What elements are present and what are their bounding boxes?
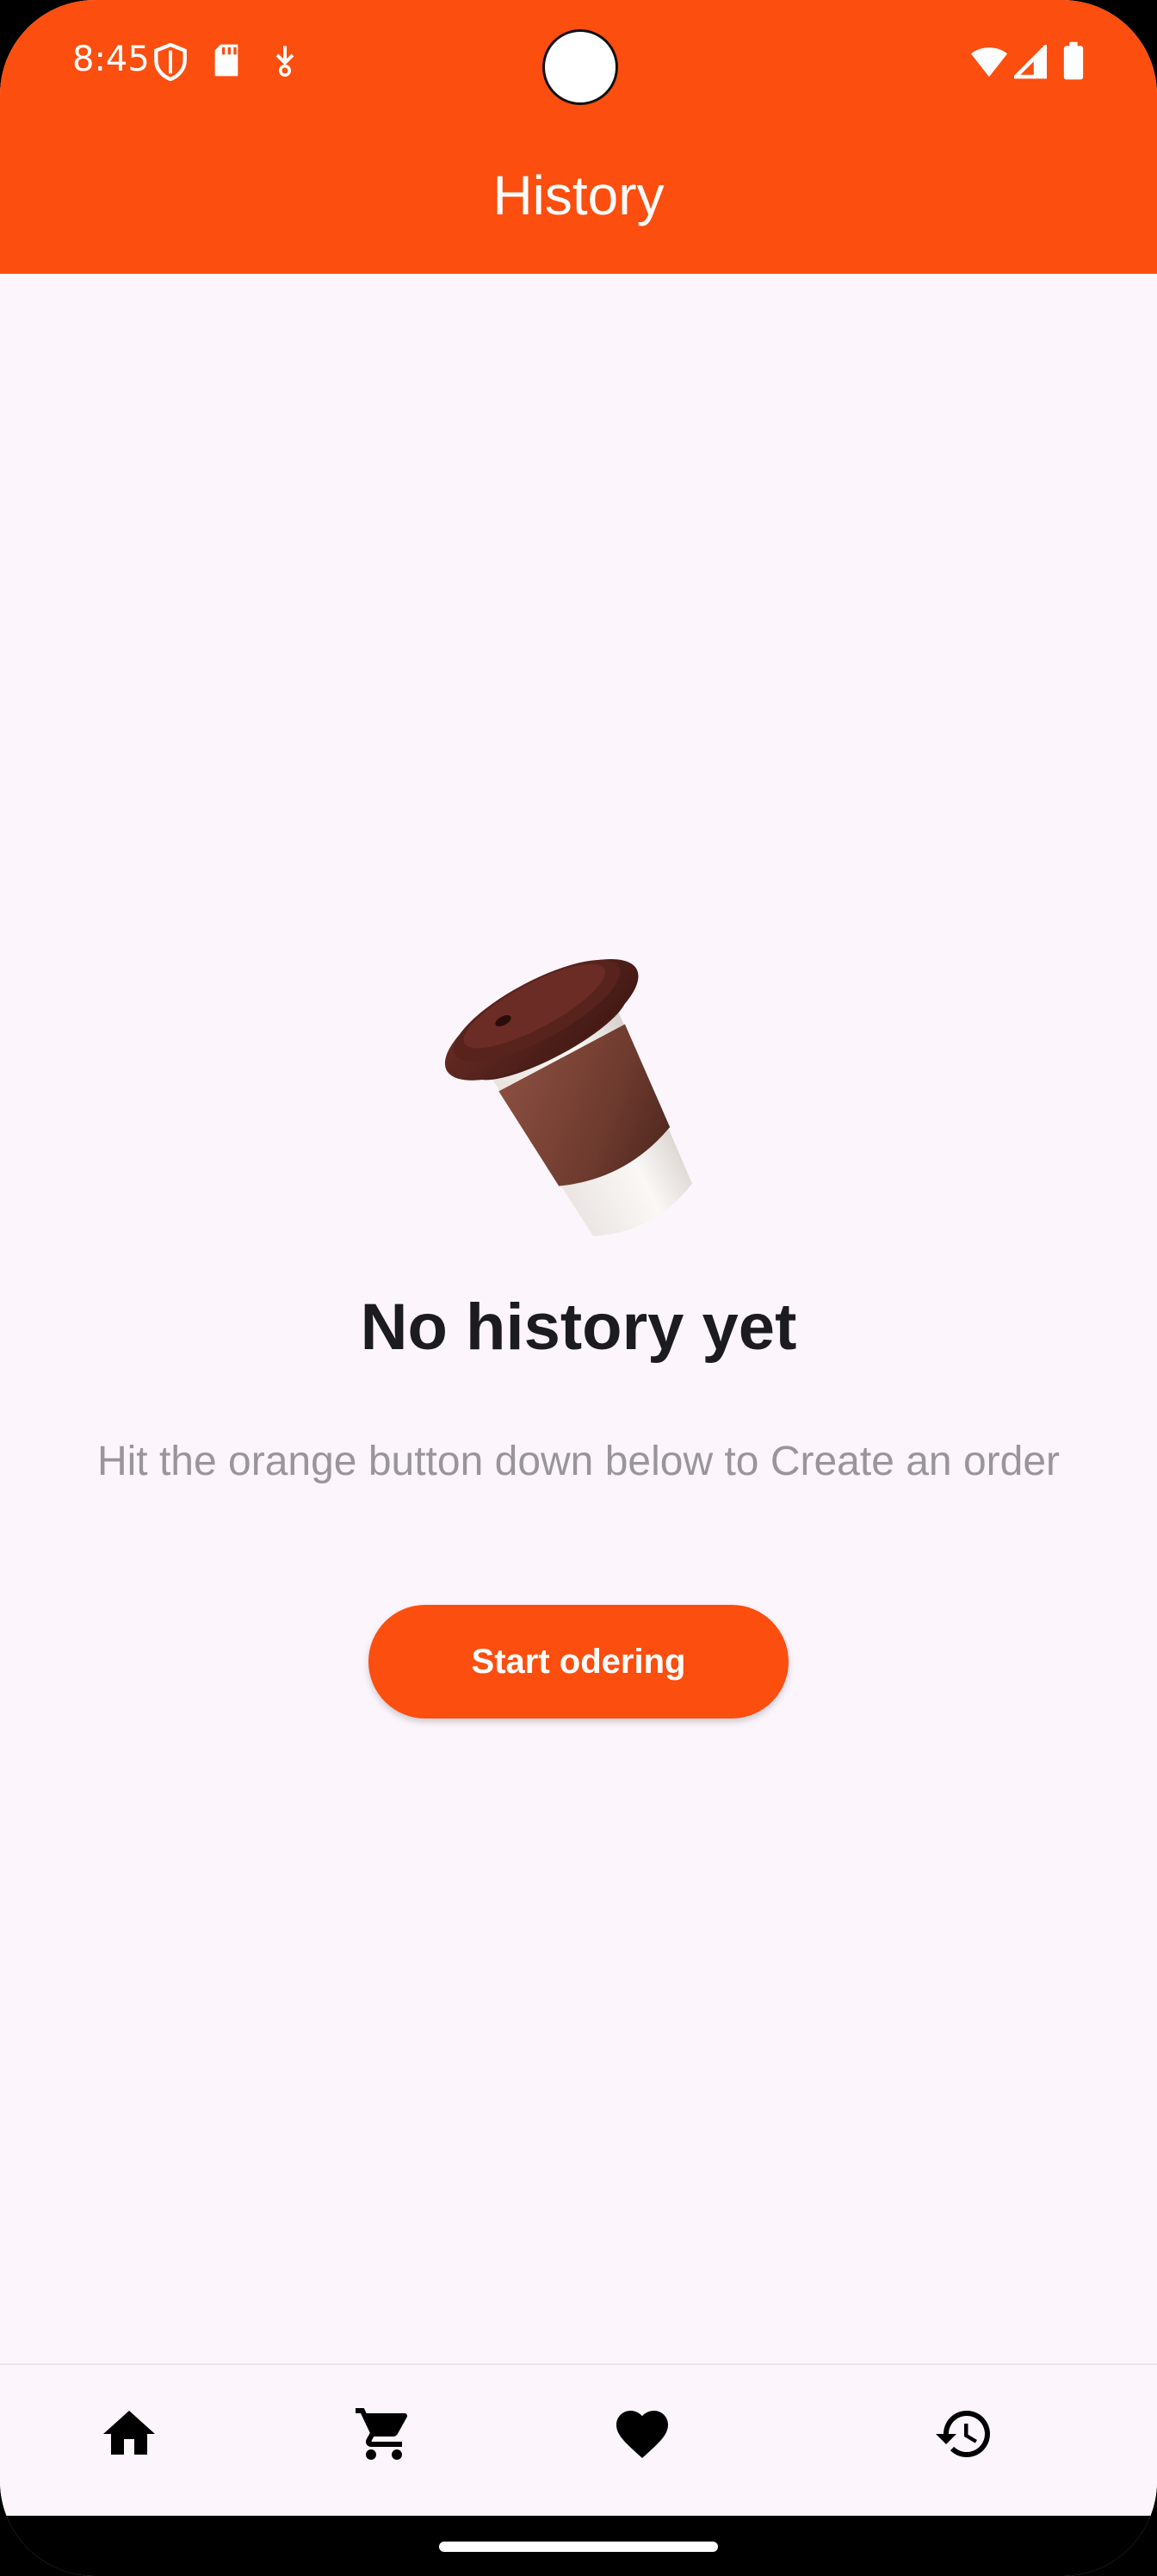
front-camera [542, 29, 618, 105]
download-icon [272, 43, 298, 82]
heart-icon[interactable] [611, 2403, 673, 2465]
battery-icon [1062, 41, 1085, 85]
empty-subtitle: Hit the orange button down below to Crea… [96, 1439, 1061, 1484]
signal-icon [1011, 42, 1048, 84]
history-icon[interactable] [933, 2403, 995, 2465]
wifi-icon [969, 45, 1009, 84]
status-time: 8:45 [72, 40, 150, 79]
cart-icon[interactable] [353, 2403, 415, 2465]
app-bar: 8:45 History [0, 0, 1157, 274]
screen: 8:45 History No history yet Hit the oran… [0, 0, 1157, 2576]
bottom-nav [0, 2363, 1157, 2518]
shield-icon [153, 42, 188, 85]
sd-card-icon [212, 43, 241, 82]
status-bar: 8:45 [0, 0, 1157, 129]
empty-state: No history yet Hit the orange button dow… [0, 274, 1157, 2366]
start-ordering-button[interactable]: Start odering [368, 1605, 789, 1718]
home-icon[interactable] [98, 2403, 160, 2465]
page-title: History [492, 164, 665, 226]
empty-headline: No history yet [360, 1291, 797, 1364]
coffee-cup-icon [444, 959, 692, 1236]
gesture-handle[interactable] [439, 2542, 718, 2552]
